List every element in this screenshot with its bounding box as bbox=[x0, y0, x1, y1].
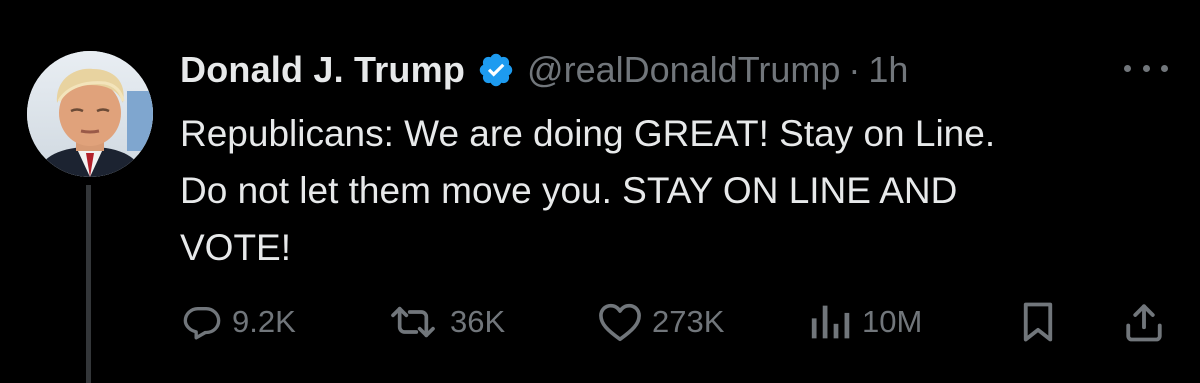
tweet-body: Republicans: We are doing GREAT! Stay on… bbox=[180, 105, 1140, 276]
repost-count: 36K bbox=[450, 304, 506, 339]
author-handle[interactable]: @realDonaldTrump bbox=[527, 49, 840, 91]
reply-count: 9.2K bbox=[232, 304, 296, 339]
avatar-photo bbox=[27, 51, 153, 177]
more-dot bbox=[1142, 64, 1150, 72]
more-dot bbox=[1161, 64, 1168, 72]
author-name[interactable]: Donald J. Trump bbox=[180, 49, 465, 91]
action-bar: 9.2K 36K 273K 10M bbox=[0, 292, 1200, 352]
header-separator: · bbox=[848, 49, 861, 90]
tweet-header: Donald J. Trump @realDonaldTrump · 1h bbox=[180, 46, 908, 94]
avatar[interactable] bbox=[27, 51, 153, 177]
share-icon bbox=[1126, 304, 1162, 342]
bookmark-button[interactable] bbox=[1020, 292, 1056, 352]
thread-line bbox=[86, 185, 91, 383]
share-button[interactable] bbox=[1124, 292, 1164, 352]
repost-button[interactable]: 36K bbox=[386, 292, 505, 352]
like-count: 273K bbox=[652, 304, 725, 339]
tweet-body-line: Do not let them move you. STAY ON LINE A… bbox=[180, 170, 958, 211]
reply-icon bbox=[183, 307, 221, 340]
reply-button[interactable]: 9.2K bbox=[182, 292, 296, 352]
tweet-body-line: VOTE! bbox=[180, 227, 292, 268]
analytics-icon bbox=[811, 305, 850, 339]
more-options-icon[interactable] bbox=[1124, 58, 1168, 78]
tweet[interactable]: Donald J. Trump @realDonaldTrump · 1h Re… bbox=[0, 0, 1200, 383]
tweet-body-line: Republicans: We are doing GREAT! Stay on… bbox=[180, 113, 996, 154]
views-count: 10M bbox=[862, 304, 923, 339]
bookmark-icon bbox=[1023, 302, 1053, 342]
repost-icon bbox=[391, 306, 435, 338]
tweet-timestamp[interactable]: 1h bbox=[868, 49, 908, 91]
views-button[interactable]: 10M bbox=[808, 292, 922, 352]
heart-icon bbox=[599, 303, 641, 342]
more-dot bbox=[1124, 64, 1131, 72]
like-button[interactable]: 273K bbox=[598, 292, 724, 352]
verified-badge-icon[interactable] bbox=[477, 51, 515, 89]
